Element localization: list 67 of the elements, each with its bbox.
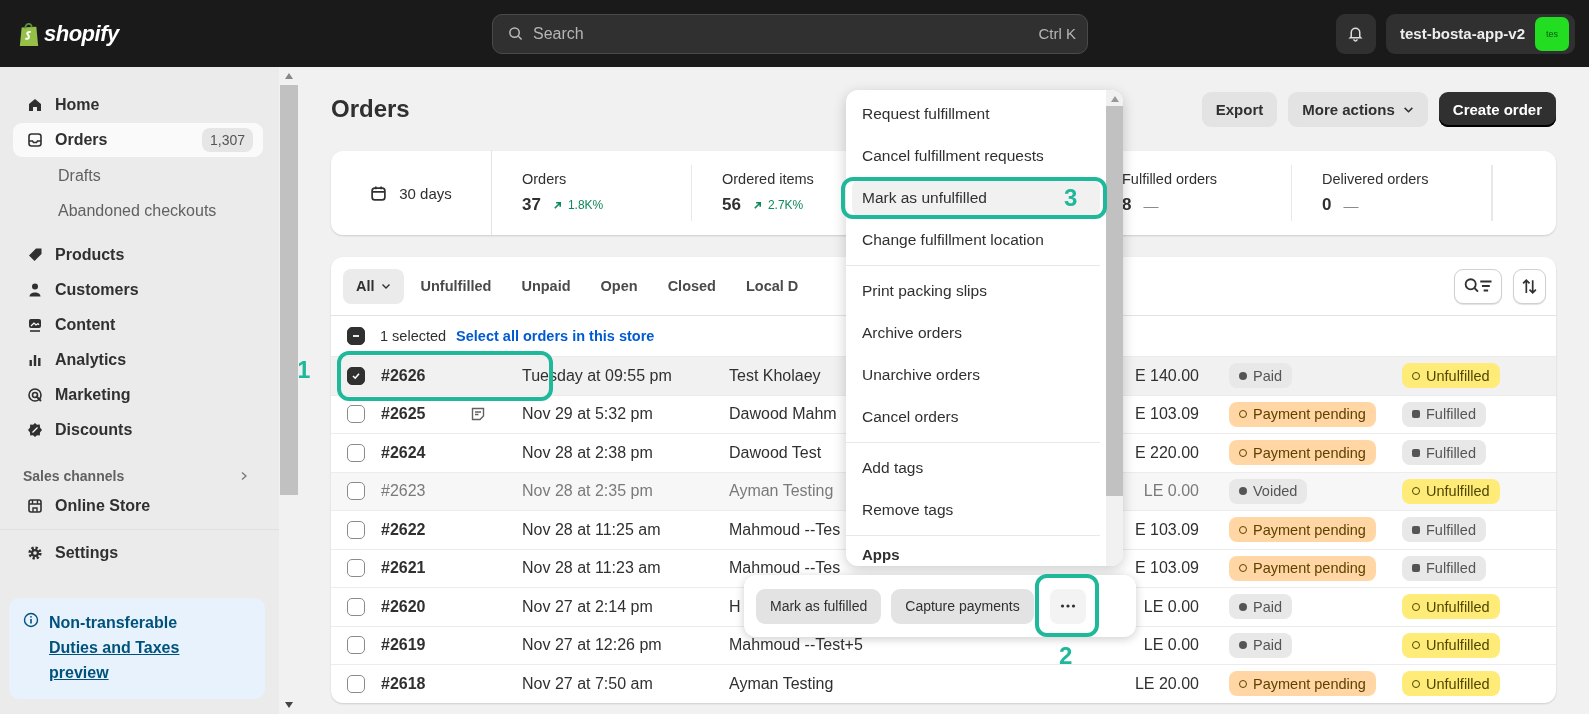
selected-count: 1 selected: [380, 328, 447, 344]
fulfillment-status-badge: Fulfilled: [1402, 440, 1486, 466]
order-date: Nov 28 at 2:38 pm: [522, 443, 654, 462]
order-date: Nov 27 at 2:14 pm: [522, 597, 654, 616]
banner-text: Non-transferable: [49, 613, 179, 633]
order-total: LE 0.00: [1143, 597, 1199, 616]
payment-status-badge: Voided: [1229, 478, 1308, 504]
customer-name: Mahmoud --Test+5: [729, 636, 863, 655]
payment-status-badge: Payment pending: [1229, 517, 1376, 543]
fulfillment-status-badge: Unfulfilled: [1402, 671, 1500, 697]
annotation-number: 3: [1064, 186, 1078, 210]
payment-status-badge: Payment pending: [1229, 671, 1376, 697]
brand-name: shopify: [44, 20, 119, 47]
shortcut-hint: Ctrl K: [1038, 24, 1076, 42]
customer-name: Dawood Test: [729, 443, 822, 462]
order-date: Nov 27 at 7:50 am: [522, 674, 654, 693]
payment-status-badge: Payment pending: [1229, 401, 1376, 427]
payment-status-badge: Paid: [1229, 594, 1293, 620]
order-count-badge: 1,307: [201, 128, 253, 152]
order-date: Nov 27 at 12:26 pm: [522, 636, 663, 655]
order-total: E 220.00: [1134, 443, 1199, 462]
stat-label: Orders: [522, 171, 568, 187]
stat-trend: —: [1343, 196, 1359, 214]
fulfillment-status-badge: Fulfilled: [1402, 517, 1486, 543]
customer-name: Dawood Mahm: [729, 405, 837, 424]
store-avatar: tes: [1535, 16, 1569, 51]
order-date: Nov 29 at 5:32 pm: [522, 405, 654, 424]
customer-name: Mahmoud --Tes: [729, 559, 841, 578]
payment-status-badge: Payment pending: [1229, 440, 1376, 466]
customer-name: Ayman Testing: [729, 674, 834, 693]
stat-value: 8: [1122, 195, 1132, 215]
payment-status-badge: Payment pending: [1229, 555, 1376, 581]
fulfillment-status-badge: Unfulfilled: [1402, 594, 1500, 620]
customer-name: Ayman Testing: [729, 482, 834, 501]
fulfillment-status-badge: Unfulfilled: [1402, 632, 1500, 658]
order-date: Nov 28 at 2:35 pm: [522, 482, 654, 501]
customer-name: Mahmoud --Tes: [729, 520, 841, 539]
stat-value: 0: [1322, 195, 1332, 215]
annotation-number: 1: [299, 358, 311, 382]
fulfillment-status-badge: Fulfilled: [1402, 555, 1486, 581]
section-heading: Sales channels: [23, 468, 125, 484]
order-date: Nov 28 at 11:25 am: [522, 520, 662, 539]
stat-trend: —: [1143, 196, 1159, 214]
order-total: E 140.00: [1134, 366, 1199, 385]
page-title: Orders: [331, 95, 410, 123]
stat-trend: 1.8K%: [567, 198, 604, 212]
fulfillment-status-badge: Unfulfilled: [1402, 478, 1500, 504]
fulfillment-status-badge: Fulfilled: [1402, 401, 1486, 427]
order-total: E 103.09: [1134, 520, 1199, 539]
stat-value: 56: [722, 195, 741, 215]
stat-label: Delivered orders: [1322, 171, 1430, 187]
menu-section-heading: Apps: [861, 545, 901, 563]
stat-label: Fulfilled orders: [1122, 171, 1219, 187]
payment-status-badge: Paid: [1229, 363, 1293, 389]
order-total: E 103.09: [1134, 559, 1199, 578]
order-total: LE 0.00: [1143, 482, 1199, 501]
stat-label: Ordered items: [722, 171, 815, 187]
order-total: LE 20.00: [1134, 674, 1199, 693]
fulfillment-status-badge: Unfulfilled: [1402, 363, 1500, 389]
order-total: E 103.09: [1134, 405, 1199, 424]
customer-name: H: [729, 597, 741, 616]
customer-name: Test Kholaey: [729, 366, 821, 385]
stat-value: 37: [522, 195, 541, 215]
stat-trend: 2.7K%: [767, 198, 804, 212]
order-date: Nov 28 at 11:23 am: [522, 559, 662, 578]
order-total: LE 0.00: [1143, 636, 1199, 655]
payment-status-badge: Paid: [1229, 632, 1293, 658]
